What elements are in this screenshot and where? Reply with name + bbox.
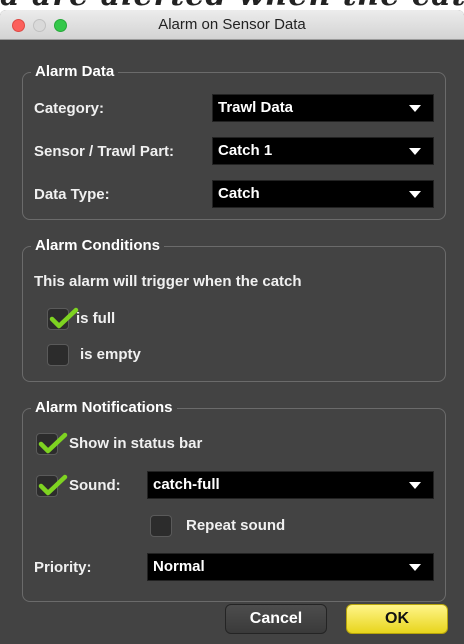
window-title: Alarm on Sensor Data <box>158 16 306 33</box>
alarm-conditions-legend: Alarm Conditions <box>31 237 165 254</box>
checkmark-icon <box>38 432 68 454</box>
data-type-select[interactable]: Catch <box>212 180 434 208</box>
sound-label: Sound: <box>69 477 121 494</box>
category-label: Category: <box>34 100 105 117</box>
repeat-sound-label: Repeat sound <box>186 517 286 534</box>
repeat-sound-checkbox[interactable] <box>150 515 172 537</box>
sound-checkbox[interactable] <box>36 474 68 497</box>
sound-value: catch-full <box>153 476 220 493</box>
condition-description: This alarm will trigger when the catch <box>34 273 302 290</box>
priority-label: Priority: <box>34 559 92 576</box>
screenshot-stage: a are alerted when the catch Alarm on Se… <box>0 0 464 644</box>
chevron-down-icon <box>409 148 421 155</box>
chevron-down-icon <box>409 564 421 571</box>
sensor-value: Catch 1 <box>218 142 273 159</box>
priority-value: Normal <box>153 558 205 575</box>
is-empty-checkbox[interactable] <box>47 344 69 366</box>
category-value: Trawl Data <box>218 99 294 116</box>
category-select[interactable]: Trawl Data <box>212 94 434 122</box>
sound-select[interactable]: catch-full <box>147 471 434 499</box>
status-bar-label: Show in status bar <box>69 435 203 452</box>
cancel-button[interactable]: Cancel <box>225 604 327 634</box>
priority-select[interactable]: Normal <box>147 553 434 581</box>
is-empty-label: is empty <box>80 346 141 363</box>
alarm-data-legend: Alarm Data <box>31 63 119 80</box>
ok-button[interactable]: OK <box>346 604 448 634</box>
sensor-select[interactable]: Catch 1 <box>212 137 434 165</box>
is-full-label: is full <box>76 310 116 327</box>
chevron-down-icon <box>409 482 421 489</box>
sensor-label: Sensor / Trawl Part: <box>34 143 175 160</box>
alarm-notifications-legend: Alarm Notifications <box>31 399 177 416</box>
is-full-checkbox[interactable] <box>47 307 79 330</box>
chevron-down-icon <box>409 191 421 198</box>
data-type-value: Catch <box>218 185 260 202</box>
status-bar-checkbox[interactable] <box>36 432 68 455</box>
data-type-label: Data Type: <box>34 186 110 203</box>
chevron-down-icon <box>409 105 421 112</box>
alarm-dialog: Alarm on Sensor Data Alarm Data Category… <box>0 10 464 644</box>
title-bar: Alarm on Sensor Data <box>0 10 464 40</box>
checkmark-icon <box>38 474 68 496</box>
